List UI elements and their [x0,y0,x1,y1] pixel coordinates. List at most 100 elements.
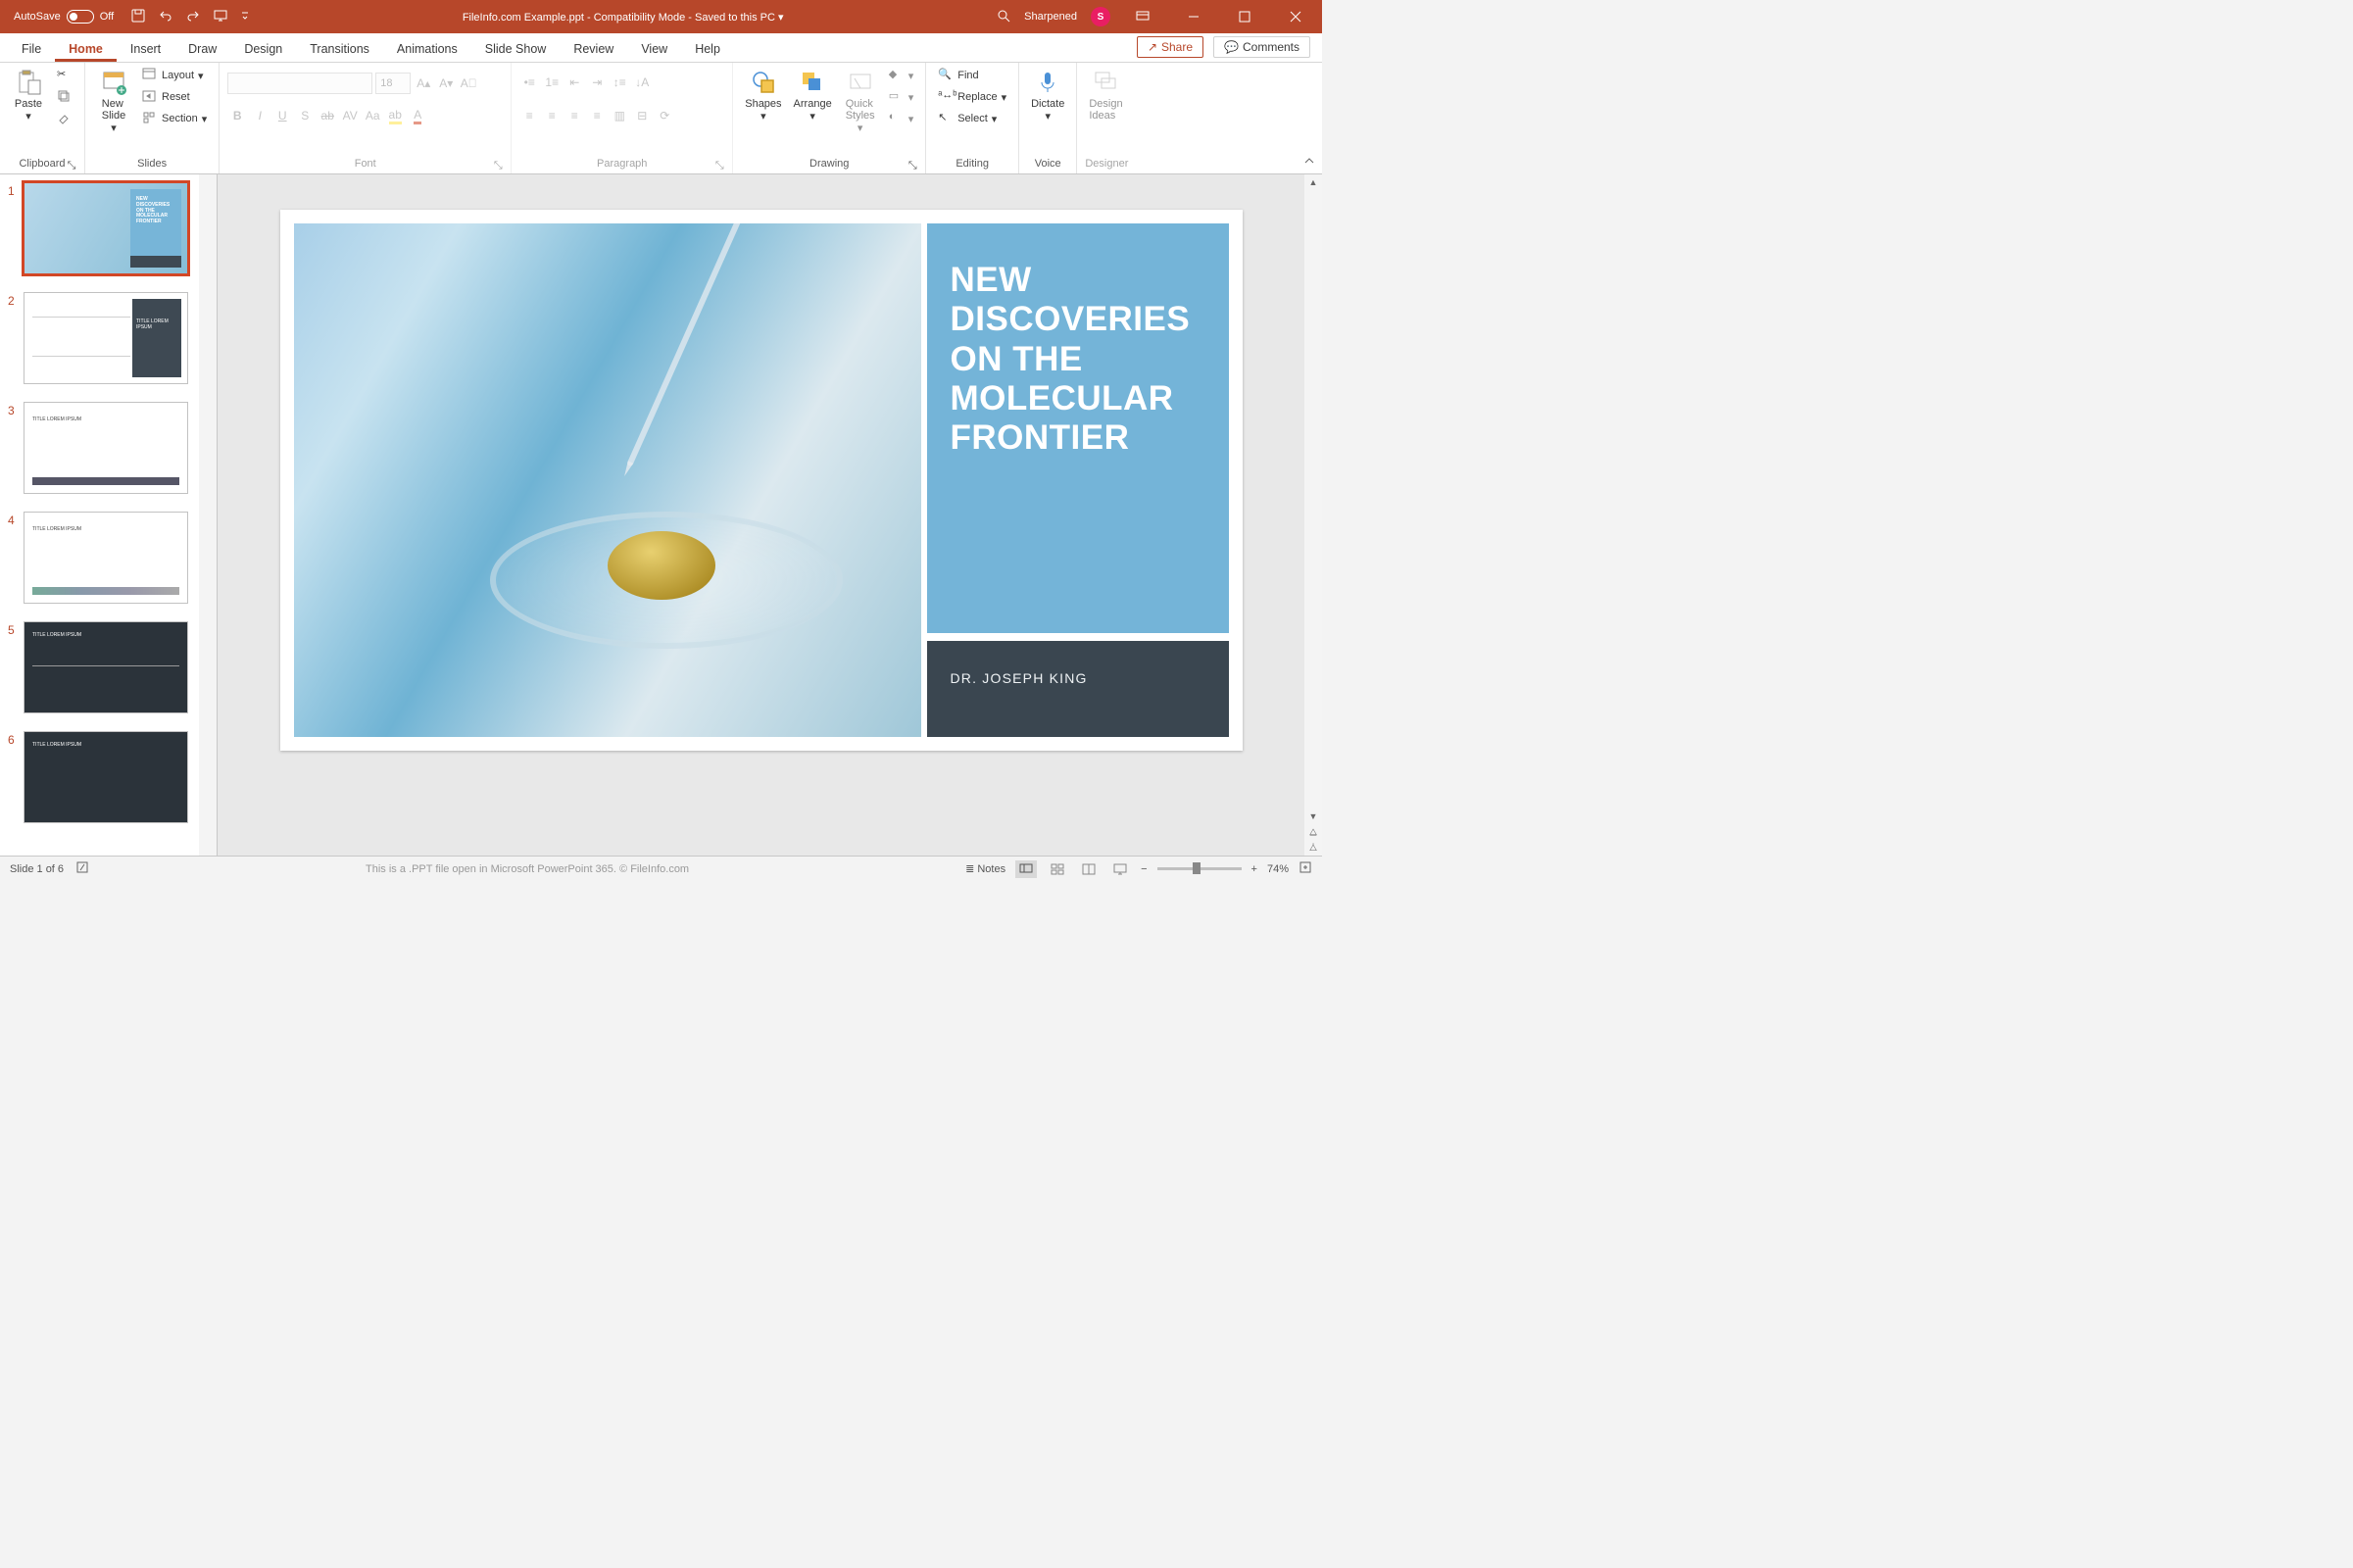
change-case-button[interactable]: Aa [363,106,382,125]
decrease-indent-icon[interactable]: ⇤ [564,73,584,92]
increase-indent-icon[interactable]: ⇥ [587,73,607,92]
prev-slide-icon[interactable]: ⧋ [1304,824,1322,840]
comments-button[interactable]: 💬Comments [1213,36,1310,58]
thumbnail-slide-6[interactable]: TITLE LOREM IPSUM [24,731,188,823]
shape-fill-button[interactable]: ◆▾ [885,67,918,84]
align-left-icon[interactable]: ≡ [519,106,539,125]
new-slide-button[interactable]: New Slide ▾ [93,67,134,136]
tab-file[interactable]: File [8,36,55,62]
section-button[interactable]: Section ▾ [138,110,211,127]
slideshow-view-icon[interactable] [1109,860,1131,878]
thumbnails-scrollbar[interactable] [199,174,217,856]
scroll-down-icon[interactable]: ▼ [1304,808,1322,824]
justify-icon[interactable]: ≡ [587,106,607,125]
tab-draw[interactable]: Draw [174,36,230,62]
thumbnail-slide-5[interactable]: TITLE LOREM IPSUM [24,621,188,713]
find-button[interactable]: 🔍Find [934,67,1010,84]
strikethrough-button[interactable]: ab [318,106,337,125]
tab-home[interactable]: Home [55,36,117,62]
tab-slide-show[interactable]: Slide Show [471,36,561,62]
thumbnail-slide-4[interactable]: TITLE LOREM IPSUM [24,512,188,604]
font-size-combo[interactable] [375,73,411,94]
tab-review[interactable]: Review [560,36,627,62]
slideshow-start-icon[interactable] [214,9,227,25]
slide-image[interactable] [294,223,921,737]
italic-button[interactable]: I [250,106,270,125]
design-ideas-button[interactable]: Design Ideas [1085,67,1126,123]
collapse-ribbon-icon[interactable] [1302,154,1316,168]
maximize-button[interactable] [1226,0,1263,33]
undo-icon[interactable] [159,9,172,25]
char-spacing-button[interactable]: AV [340,106,360,125]
clear-formatting-icon[interactable]: A⃠ [459,74,478,93]
thumbnail-slide-2[interactable]: TITLE LOREM IPSUM [24,292,188,384]
avatar[interactable]: S [1091,7,1110,26]
reset-button[interactable]: Reset [138,88,211,106]
text-direction-icon[interactable]: ↓A [632,73,652,92]
dialog-launcher-icon[interactable]: ⤡ [67,160,76,170]
zoom-in-button[interactable]: + [1251,863,1257,875]
tab-insert[interactable]: Insert [117,36,174,62]
qat-more-icon[interactable] [241,9,249,25]
line-spacing-icon[interactable]: ↕≡ [610,73,629,92]
cut-button[interactable]: ✂ [53,67,76,84]
decrease-font-icon[interactable]: A▾ [436,74,456,93]
select-button[interactable]: ↖Select ▾ [934,110,1010,127]
align-text-icon[interactable]: ⊟ [632,106,652,125]
numbering-icon[interactable]: 1≡ [542,73,562,92]
normal-view-icon[interactable] [1015,860,1037,878]
chevron-down-icon[interactable]: ▾ [778,12,784,24]
shape-effects-button[interactable]: ◐▾ [885,110,918,127]
align-right-icon[interactable]: ≡ [564,106,584,125]
tab-animations[interactable]: Animations [383,36,471,62]
layout-button[interactable]: Layout ▾ [138,67,211,84]
shape-outline-button[interactable]: ▭▾ [885,88,918,106]
paste-button[interactable]: Paste ▾ [8,67,49,124]
editor-vertical-scrollbar[interactable]: ▲ ▼ ⧋ ⧊ [1304,174,1322,856]
align-center-icon[interactable]: ≡ [542,106,562,125]
tab-view[interactable]: View [627,36,681,62]
highlight-button[interactable]: ab [385,106,405,125]
share-button[interactable]: ↗Share [1137,36,1203,58]
quick-styles-button[interactable]: Quick Styles ▾ [840,67,881,136]
slide-canvas[interactable]: NEW DISCOVERIES ON THE MOLECULAR FRONTIE… [280,210,1243,751]
columns-icon[interactable]: ▥ [610,106,629,125]
zoom-out-button[interactable]: − [1141,863,1147,875]
arrange-button[interactable]: Arrange ▾ [790,67,836,124]
underline-button[interactable]: U [272,106,292,125]
thumbnail-slide-1[interactable]: NEW DISCOVERIES ON THE MOLECULAR FRONTIE… [24,182,188,274]
account-name[interactable]: Sharpened [1024,11,1077,23]
shadow-button[interactable]: S [295,106,315,125]
minimize-button[interactable] [1175,0,1212,33]
smartart-icon[interactable]: ⟳ [655,106,674,125]
redo-icon[interactable] [186,9,200,25]
slide-title-box[interactable]: NEW DISCOVERIES ON THE MOLECULAR FRONTIE… [927,223,1229,633]
search-icon[interactable] [997,9,1010,25]
slide-indicator[interactable]: Slide 1 of 6 [10,863,64,875]
slide-subtitle-box[interactable]: DR. JOSEPH KING [927,641,1229,737]
tab-transitions[interactable]: Transitions [296,36,383,62]
tab-design[interactable]: Design [230,36,296,62]
fit-to-window-icon[interactable] [1299,860,1312,877]
notes-button[interactable]: ≣ Notes [965,862,1005,875]
dictate-button[interactable]: Dictate ▾ [1027,67,1068,124]
next-slide-icon[interactable]: ⧊ [1304,840,1322,856]
dialog-launcher-icon[interactable]: ⤡ [907,160,917,170]
dialog-launcher-icon[interactable]: ⤡ [714,160,724,170]
format-painter-button[interactable] [53,110,76,127]
reading-view-icon[interactable] [1078,860,1100,878]
dialog-launcher-icon[interactable]: ⤡ [493,160,503,170]
scroll-up-icon[interactable]: ▲ [1304,174,1322,190]
copy-button[interactable] [53,88,76,106]
shapes-button[interactable]: Shapes ▾ [741,67,785,124]
autosave-toggle[interactable]: AutoSave Off [14,10,114,24]
accessibility-icon[interactable] [75,860,89,877]
font-name-combo[interactable] [227,73,372,94]
increase-font-icon[interactable]: A▴ [414,74,433,93]
font-color-button[interactable]: A [408,106,427,125]
zoom-slider[interactable] [1157,867,1242,870]
ribbon-display-icon[interactable] [1124,0,1161,33]
close-button[interactable] [1277,0,1314,33]
bullets-icon[interactable]: •≡ [519,73,539,92]
replace-button[interactable]: ᵃ↔ᵇReplace ▾ [934,88,1010,106]
